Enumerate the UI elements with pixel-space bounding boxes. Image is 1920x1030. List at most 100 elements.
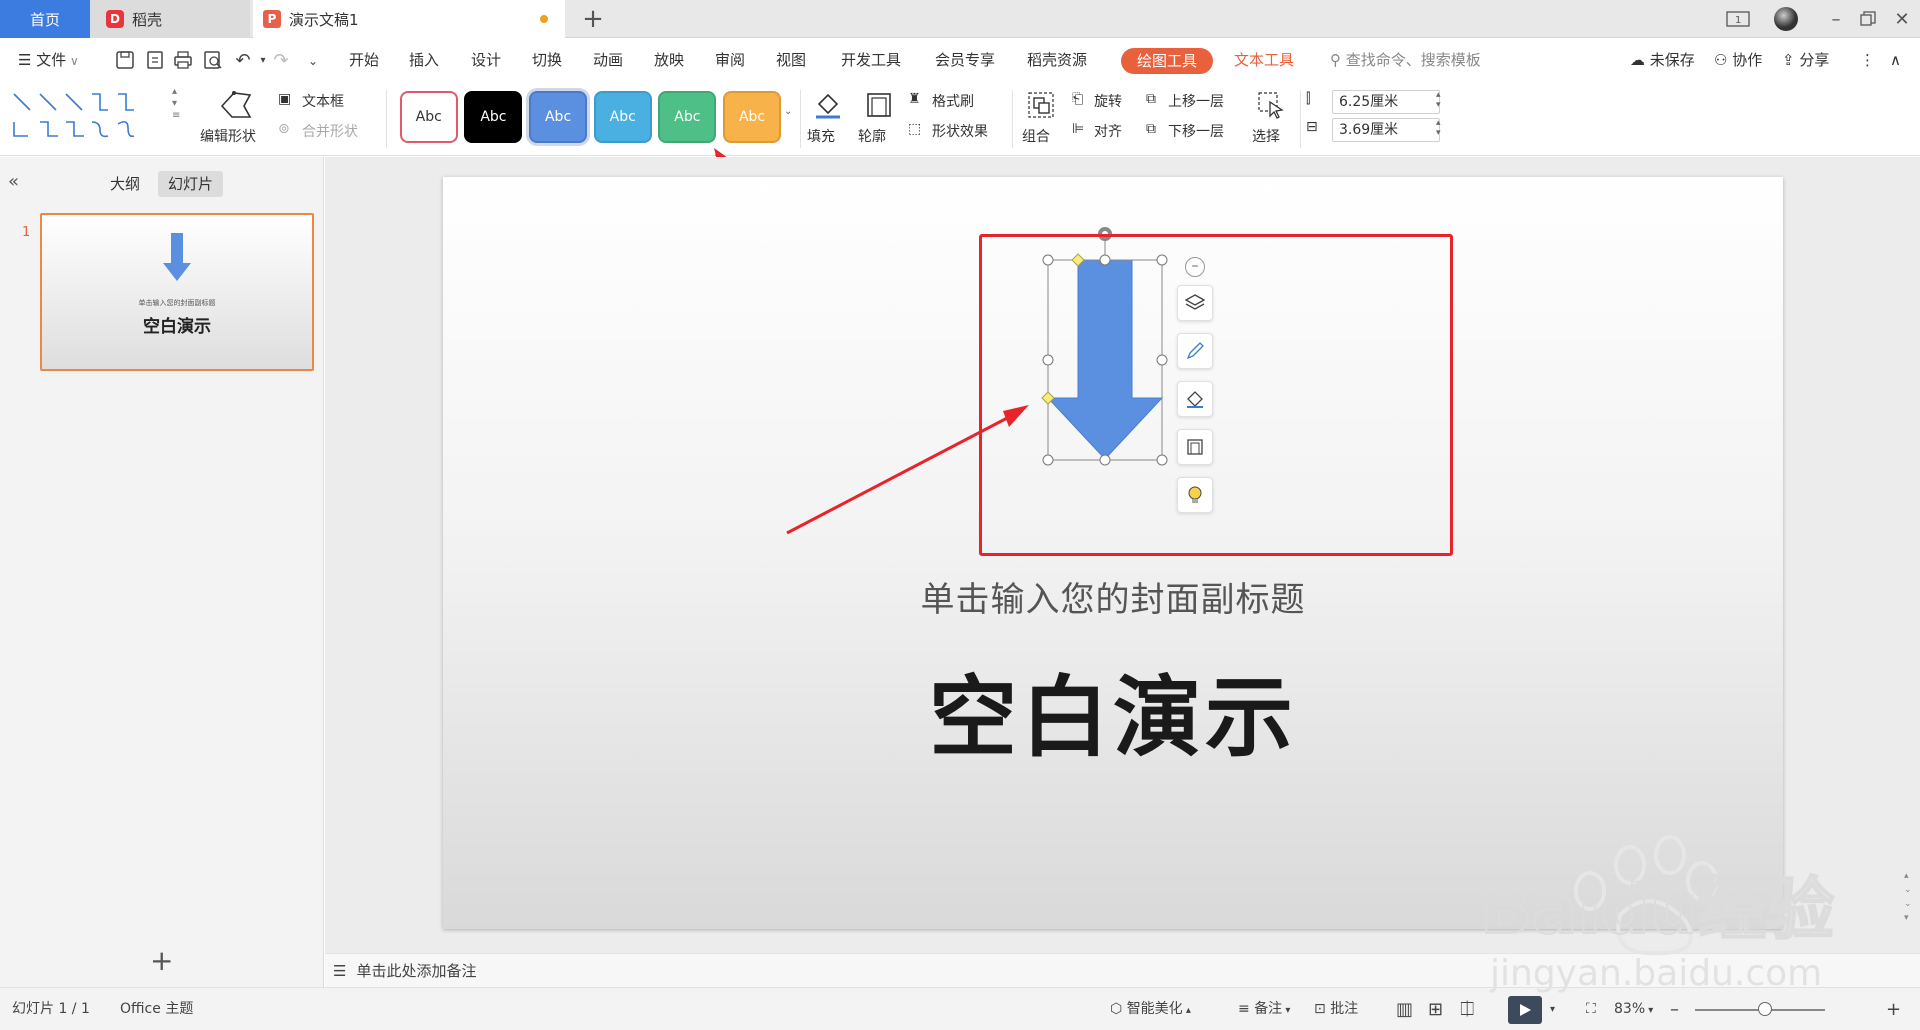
zoom-out-icon[interactable]: –	[1670, 988, 1679, 1030]
merge-shape-label: 合并形状	[302, 124, 358, 140]
fit-window-icon[interactable]: ⛶	[1586, 988, 1596, 1030]
normal-view-icon[interactable]: ▥	[1396, 988, 1413, 1030]
edit-shape-button[interactable]: 编辑形状	[196, 88, 276, 150]
redo-icon[interactable]: ↷	[270, 50, 292, 72]
align-button[interactable]: ⊫ 对齐	[1072, 118, 1142, 144]
slide[interactable]: – 单击输入您的封面副标题 空白演示	[443, 177, 1783, 929]
smart-beautify-button[interactable]: ⬡ 智能美化 ▴	[1110, 988, 1191, 1030]
height-stepper[interactable]: ▴ ▾	[1436, 90, 1441, 110]
print-icon[interactable]	[172, 50, 194, 72]
shape-width-field[interactable]: 3.69厘米	[1332, 118, 1440, 142]
gallery-scroll-icon[interactable]: ▴ ▾ ≡	[172, 86, 180, 122]
fill-button[interactable]: 填充	[805, 88, 851, 150]
menu-member[interactable]: 会员专享	[935, 38, 995, 82]
shape-style-option[interactable]: Abc	[464, 91, 523, 143]
reading-view-icon[interactable]: ⎅	[1460, 988, 1474, 1030]
more-icon[interactable]: ⋮	[1860, 38, 1875, 82]
theme-name[interactable]: Office 主题	[120, 988, 193, 1030]
slide-subtitle[interactable]: 单击输入您的封面副标题	[443, 572, 1783, 621]
avatar[interactable]	[1768, 0, 1804, 38]
layout-icon[interactable]: 1	[1720, 0, 1756, 38]
send-backward-button[interactable]: ⧉ 下移一层	[1146, 118, 1246, 144]
menu-insert[interactable]: 插入	[409, 38, 439, 82]
tab-text-tools[interactable]: 文本工具	[1234, 38, 1294, 82]
slide-thumbnail[interactable]: 单击输入您的封面副标题 空白演示	[40, 213, 314, 371]
thumb-subtitle: 单击输入您的封面副标题	[138, 299, 216, 307]
sorter-view-icon[interactable]: ⊞	[1428, 988, 1443, 1030]
zoom-slider-knob[interactable]	[1758, 1002, 1772, 1016]
zoom-in-icon[interactable]: +	[1886, 988, 1901, 1030]
tab-outline[interactable]: 大纲	[100, 171, 150, 197]
shape-style-option[interactable]: Abc	[529, 91, 588, 143]
play-dropdown-icon[interactable]: ▾	[1550, 988, 1555, 1030]
command-search[interactable]: ⚲ 查找命令、搜索模板	[1330, 38, 1481, 82]
thumb-title: 空白演示	[143, 317, 211, 337]
shape-effect-button[interactable]: ⬚ 形状效果	[908, 118, 1008, 144]
notes-bar[interactable]: ☰ 单击此处添加备注	[325, 953, 1920, 987]
shape-style-option[interactable]: Abc	[399, 91, 458, 143]
shape-style-option[interactable]: Abc	[658, 91, 717, 143]
play-icon	[1520, 1004, 1531, 1016]
slide-title[interactable]: 空白演示	[443, 647, 1783, 774]
menu-developer[interactable]: 开发工具	[841, 38, 901, 82]
zoom-level[interactable]: 83% ▾	[1614, 988, 1653, 1030]
menu-animation[interactable]: 动画	[593, 38, 623, 82]
minimize-icon[interactable]: –	[1818, 0, 1854, 38]
shape-height-field[interactable]: 6.25厘米	[1332, 90, 1440, 114]
tab-document[interactable]: P 演示文稿1	[253, 0, 565, 38]
menu-review[interactable]: 审阅	[715, 38, 745, 82]
comments-button[interactable]: ⊡ 批注	[1314, 988, 1358, 1030]
edit-shape-icon	[220, 91, 252, 118]
restore-icon[interactable]	[1850, 0, 1886, 38]
vertical-scrollbar[interactable]: ▴ ⌄ ⌄ ▾	[1904, 157, 1914, 953]
menu-slideshow[interactable]: 放映	[654, 38, 684, 82]
merge-shape-button[interactable]: ⊚ 合并形状	[278, 118, 378, 144]
width-stepper[interactable]: ▴ ▾	[1436, 118, 1441, 138]
line-shapes-gallery[interactable]	[10, 88, 150, 148]
menu-bar: ☰ 文件 ∨ ↶ ▾ ↷ ⌄ 开始 插入 设计 切换 动画 放映 审阅 视图 开…	[0, 38, 1920, 82]
customize-quick-access-icon[interactable]: ⌄	[302, 50, 324, 72]
save-icon[interactable]	[114, 50, 136, 72]
tab-drawing-tools[interactable]: 绘图工具	[1121, 48, 1213, 74]
menu-view[interactable]: 视图	[776, 38, 806, 82]
menu-design[interactable]: 设计	[471, 38, 501, 82]
text-box-button[interactable]: ▣ 文本框	[278, 88, 368, 114]
print-preview-icon[interactable]	[202, 50, 224, 72]
add-slide-button[interactable]: +	[150, 947, 173, 975]
bring-forward-button[interactable]: ⧉ 上移一层	[1146, 88, 1246, 114]
tab-daoke[interactable]: D 稻壳	[90, 0, 250, 38]
group-button[interactable]: 组合	[1018, 88, 1066, 150]
format-painter-button[interactable]: ♜ 格式刷	[908, 88, 998, 114]
tab-bar: 首页 D 稻壳 P 演示文稿1 + 1 – ✕	[0, 0, 1920, 38]
export-pdf-icon[interactable]	[144, 50, 166, 72]
menu-daoke-resources[interactable]: 稻壳资源	[1027, 38, 1087, 82]
new-tab-button[interactable]: +	[574, 0, 612, 38]
close-icon[interactable]: ✕	[1884, 0, 1920, 38]
ribbon-separator	[800, 90, 801, 148]
shape-style-option[interactable]: Abc	[723, 91, 782, 143]
shape-style-option[interactable]: Abc	[593, 91, 652, 143]
tab-home[interactable]: 首页	[0, 0, 90, 38]
rotate-button[interactable]: ⎗ 旋转	[1072, 88, 1142, 114]
play-slideshow-button[interactable]	[1508, 996, 1542, 1024]
style-gallery-more-icon[interactable]: ⌄	[784, 106, 792, 117]
chevron-down-icon: ∨	[66, 54, 79, 68]
select-button[interactable]: 选择	[1250, 88, 1298, 150]
smart-beautify-label: 智能美化	[1126, 1001, 1183, 1017]
scroll-arrows-icon[interactable]: ▴ ⌄ ⌄ ▾	[1904, 869, 1912, 925]
collapse-panel-icon[interactable]: «	[8, 171, 19, 192]
notes-toggle-button[interactable]: ≡ 备注 ▾	[1238, 988, 1290, 1030]
undo-icon[interactable]: ↶	[232, 50, 254, 72]
share-icon: ⇪	[1782, 51, 1795, 69]
tab-slides[interactable]: 幻灯片	[158, 171, 224, 197]
share-button[interactable]: ⇪ 分享	[1782, 38, 1829, 82]
menu-transition[interactable]: 切换	[532, 38, 562, 82]
fill-bucket-icon	[816, 93, 840, 119]
file-menu[interactable]: ☰ 文件 ∨	[18, 38, 79, 82]
collaborate-button[interactable]: ⚇ 协作	[1714, 38, 1762, 82]
outline-button[interactable]: 轮廓	[856, 88, 902, 150]
save-status-button[interactable]: ☁ 未保存	[1630, 38, 1695, 82]
menu-home[interactable]: 开始	[349, 38, 379, 82]
collapse-ribbon-icon[interactable]: ∧	[1890, 38, 1901, 82]
slide-panel: « 大纲 幻灯片 1 单击输入您的封面副标题 空白演示 +	[0, 157, 324, 987]
